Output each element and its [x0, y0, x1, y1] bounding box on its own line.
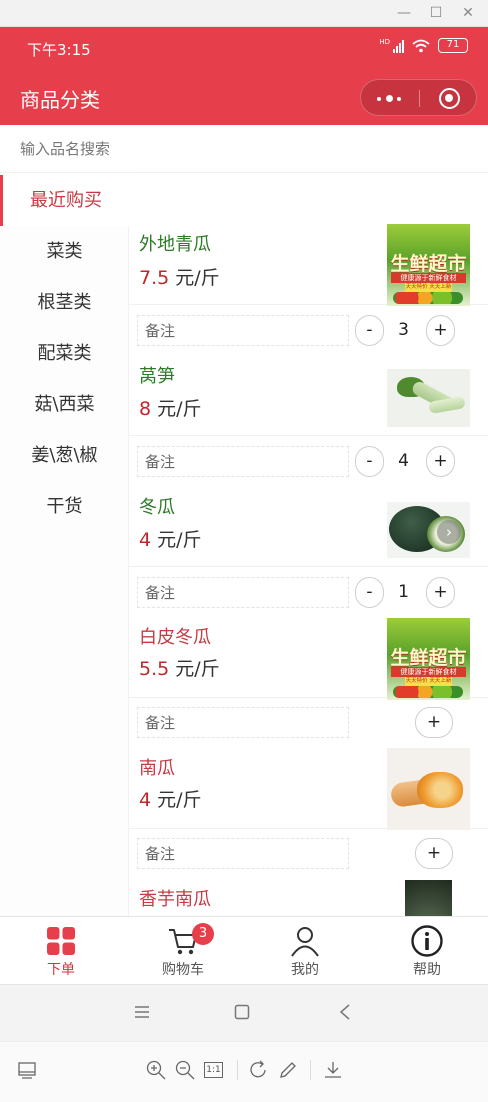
minimize-button[interactable]: —: [388, 0, 420, 26]
product-name: 冬瓜: [139, 497, 175, 518]
category-item-dry-goods[interactable]: 干货: [0, 481, 129, 532]
zoom-in-icon[interactable]: [145, 1059, 167, 1081]
price-value: 4: [139, 789, 152, 811]
battery-indicator: 71: [438, 38, 468, 53]
price-unit: 元/斤: [175, 267, 220, 289]
product-item: 外地青瓜 7.5 元/斤 生鲜超市 健康源于新鲜食材 天天特价 天天上新 - 3…: [129, 174, 488, 346]
banner-tags: 天天特价 天天上新: [405, 677, 452, 686]
product-name: 莴笋: [139, 366, 175, 387]
search-bar: [0, 125, 488, 173]
category-item-ginger-scallion[interactable]: 姜\葱\椒: [0, 430, 129, 481]
price-value: 7.5: [139, 267, 170, 289]
product-name: 外地青瓜: [139, 234, 211, 255]
price-unit: 元/斤: [175, 658, 220, 680]
category-item-side-veg[interactable]: 配菜类: [0, 328, 129, 379]
product-price: 7.5 元/斤: [139, 263, 220, 290]
grid-icon: [47, 927, 75, 955]
product-image[interactable]: 生鲜超市 健康源于新鲜食材 天天特价 天天上新: [387, 618, 470, 700]
rotate-icon[interactable]: [248, 1059, 270, 1081]
close-program-icon[interactable]: [439, 88, 460, 109]
price-unit: 元/斤: [157, 789, 202, 811]
status-icons: HD 71: [379, 38, 468, 53]
banner-headline: 生鲜超市: [390, 647, 467, 669]
product-item: 香芋南瓜: [129, 829, 488, 916]
close-window-button[interactable]: ✕: [452, 0, 484, 26]
tab-cart[interactable]: 3 购物车: [122, 917, 244, 985]
maximize-button[interactable]: ☐: [420, 0, 452, 26]
product-name: 白皮冬瓜: [139, 627, 211, 648]
nav-bar: 商品分类: [0, 69, 488, 125]
user-icon: [291, 927, 319, 957]
toolbar-divider: [310, 1060, 311, 1080]
capsule-divider: [419, 90, 420, 107]
product-list: 外地青瓜 7.5 元/斤 生鲜超市 健康源于新鲜食材 天天特价 天天上新 - 3…: [129, 174, 488, 916]
category-sidebar: 最近购买 菜类 根茎类 配菜类 菇\西菜 姜\葱\椒 干货: [0, 174, 129, 916]
price-value: 5.5: [139, 658, 170, 680]
system-nav-bar: [0, 984, 488, 1041]
viewer-toolbar: 1:1: [0, 1041, 488, 1102]
category-item-recent[interactable]: 最近购买: [0, 175, 129, 226]
search-input[interactable]: [20, 133, 460, 165]
menu-icon[interactable]: [134, 1005, 150, 1019]
mini-program-capsule: [360, 79, 477, 116]
price-unit: 元/斤: [157, 398, 202, 420]
product-image[interactable]: [405, 880, 452, 916]
product-image[interactable]: [387, 369, 470, 427]
category-item-vegetables[interactable]: 菜类: [0, 226, 129, 277]
next-image-icon[interactable]: ›: [437, 520, 461, 544]
hd-indicator: HD: [379, 37, 390, 46]
window-titlebar: — ☐ ✕: [0, 0, 488, 27]
banner-produce-graphic: [393, 686, 463, 698]
banner-produce-graphic: [393, 292, 463, 304]
product-price: 5.5 元/斤: [139, 654, 220, 681]
banner-subline: 健康源于新鲜食材: [391, 273, 466, 283]
category-item-roots[interactable]: 根茎类: [0, 277, 129, 328]
tab-order[interactable]: 下单: [0, 917, 122, 985]
product-name: 南瓜: [139, 758, 175, 779]
toolbar-divider: [237, 1060, 238, 1080]
cart-count-badge: 3: [192, 923, 214, 945]
edit-icon[interactable]: [277, 1059, 299, 1081]
product-name: 香芋南瓜: [139, 889, 211, 910]
signal-icon: HD: [379, 37, 404, 53]
bottom-tab-bar: 下单 3 购物车 我的 帮助: [0, 916, 488, 984]
category-item-mushrooms[interactable]: 菇\西菜: [0, 379, 129, 430]
tab-help[interactable]: 帮助: [366, 917, 488, 985]
more-icon[interactable]: [377, 80, 401, 117]
product-item: 白皮冬瓜 5.5 元/斤 生鲜超市 健康源于新鲜食材 天天特价 天天上新 +: [129, 567, 488, 738]
back-icon[interactable]: [339, 1004, 351, 1020]
product-image[interactable]: [387, 748, 470, 830]
actual-size-button[interactable]: 1:1: [204, 1062, 223, 1078]
product-image[interactable]: 生鲜超市 健康源于新鲜食材 天天特价 天天上新: [387, 224, 470, 306]
home-icon[interactable]: [234, 1004, 250, 1020]
tab-label: 我的: [291, 962, 319, 978]
tab-label: 购物车: [162, 962, 204, 978]
banner-tags: 天天特价 天天上新: [405, 283, 452, 292]
product-price: 4 元/斤: [139, 785, 202, 812]
product-image[interactable]: ›: [387, 502, 470, 558]
price-unit: 元/斤: [157, 529, 202, 551]
zoom-out-icon[interactable]: [174, 1059, 196, 1081]
page-title: 商品分类: [20, 88, 100, 112]
tab-profile[interactable]: 我的: [244, 917, 366, 985]
tab-label: 帮助: [413, 962, 441, 978]
product-item: 南瓜 4 元/斤 +: [129, 698, 488, 869]
fit-window-icon[interactable]: [16, 1059, 38, 1081]
price-value: 4: [139, 529, 152, 551]
status-time: 下午3:15: [27, 41, 91, 59]
tab-label: 下单: [47, 962, 75, 978]
product-price: 4 元/斤: [139, 525, 202, 552]
download-icon[interactable]: [322, 1059, 344, 1081]
status-bar: 下午3:15 HD 71: [0, 27, 488, 69]
price-value: 8: [139, 398, 152, 420]
banner-subline: 健康源于新鲜食材: [391, 667, 466, 677]
banner-headline: 生鲜超市: [390, 253, 467, 275]
pumpkin-cut-graphic: [417, 772, 463, 808]
product-item: 莴笋 8 元/斤 - 4 +: [129, 305, 488, 477]
product-item: 冬瓜 4 元/斤 › - 1 +: [129, 436, 488, 608]
wifi-icon: [412, 39, 430, 52]
product-price: 8 元/斤: [139, 394, 202, 421]
info-icon: [411, 925, 443, 957]
